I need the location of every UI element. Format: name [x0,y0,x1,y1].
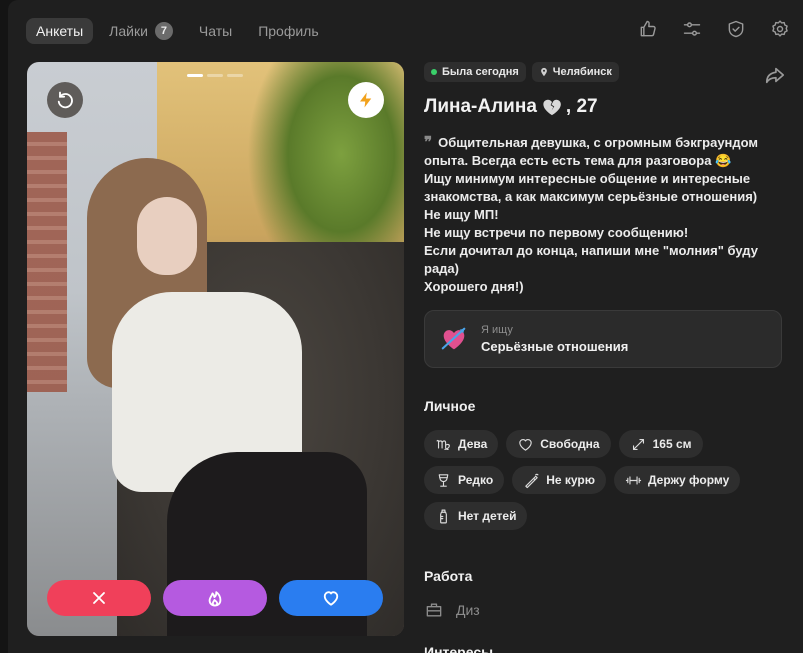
superlike-button[interactable] [163,580,267,616]
virgo-icon [436,439,450,450]
section-interests-title: Интересы [424,644,494,653]
briefcase-icon [426,603,442,617]
thumbs-up-icon[interactable] [637,18,659,40]
top-toolbar [637,18,791,40]
dumbbell-icon [625,475,642,485]
lightning-icon [360,92,372,108]
online-status-chip: Была сегодня [424,62,526,82]
tab-profiles[interactable]: Анкеты [26,18,94,44]
tag-children-text: Нет детей [458,509,517,523]
seeking-value: Серьёзные отношения [481,339,629,354]
tab-chats-label: Чаты [198,23,233,39]
flame-icon [208,591,222,607]
photo-pagination [187,74,243,77]
profile-chips: Была сегодня Челябинск [424,62,800,82]
profile-bio: ❞ Общительная девушка, с огромным бэкграу… [424,134,784,296]
tab-likes[interactable]: Лайки 7 [99,17,183,45]
online-status-text: Была сегодня [442,66,519,78]
settings-gear-icon[interactable] [769,18,791,40]
like-button[interactable] [279,580,383,616]
seeking-card: Я ищу Серьёзные отношения [424,310,782,368]
boost-button[interactable] [348,82,384,118]
work-value: Диз [456,602,480,618]
city-text: Челябинск [552,66,612,78]
app-window: Анкеты Лайки 7 Чаты Профиль Была сегодня… [8,0,803,653]
profile-info: Была сегодня Челябинск Лина-Алина , 27 ❞… [424,62,800,653]
tab-profiles-label: Анкеты [36,23,84,39]
tag-children: Нет детей [424,502,528,530]
city-chip: Челябинск [531,62,619,82]
photo-page-dot[interactable] [207,74,223,77]
tag-smoking: Не курю [512,466,606,494]
heart-outline-icon [519,438,532,451]
profile-bio-text: Общительная девушка, с огромным бэкграун… [424,135,759,294]
section-work-title: Работа [424,568,473,584]
seeking-label: Я ищу [481,324,513,336]
tag-fitness-text: Держу форму [647,473,730,487]
location-pin-icon [540,67,547,77]
cigarette-icon [525,473,539,488]
heart-icon [323,591,339,606]
photo-page-dot[interactable] [187,74,203,77]
tab-profile[interactable]: Профиль [248,18,328,44]
dislike-button[interactable] [47,580,151,616]
likes-count-badge: 7 [154,22,173,40]
main-tabs: Анкеты Лайки 7 Чаты Профиль [26,18,335,44]
profile-name: Лина-Алина [424,96,537,117]
close-icon [93,592,105,604]
tag-height: 165 см [618,430,703,458]
tag-height-text: 165 см [652,437,692,451]
share-arrow-icon [765,67,785,84]
quote-icon: ❞ [424,134,433,151]
tab-chats[interactable]: Чаты [189,18,242,44]
broken-heart-icon [543,99,561,116]
profile-name-row: Лина-Алина , 27 [424,96,800,118]
photo-person-face [137,197,197,275]
tag-relationship: Свободна [506,430,611,458]
undo-icon [57,91,73,109]
profile-age: , 27 [565,96,598,117]
filters-icon[interactable] [681,18,703,40]
tag-relationship-text: Свободна [540,437,600,451]
swipe-actions [47,580,383,616]
tab-profile-label: Профиль [258,23,319,39]
tag-smoking-text: Не курю [546,473,595,487]
heart-arrow-icon [441,327,466,350]
tag-alcohol-text: Редко [458,473,494,487]
tag-zodiac: Дева [424,430,499,458]
work-row: Диз [424,600,800,620]
height-arrows-icon [632,438,644,450]
wine-glass-icon [438,473,449,487]
tag-alcohol: Редко [424,466,505,494]
share-button[interactable] [764,64,786,91]
shield-check-icon[interactable] [725,18,747,40]
tab-likes-label: Лайки [109,23,148,39]
tag-zodiac-text: Дева [458,437,488,451]
photo-page-dot[interactable] [227,74,243,77]
section-personal-title: Личное [424,398,476,414]
photo-building-bg [27,132,67,392]
personal-tags: Дева Свободна 165 см Редко Не курю Держу… [424,430,764,530]
baby-bottle-icon [440,509,447,523]
online-dot-icon [431,69,437,75]
tag-fitness: Держу форму [613,466,741,494]
undo-button[interactable] [47,82,83,118]
profile-photo[interactable] [27,62,404,636]
